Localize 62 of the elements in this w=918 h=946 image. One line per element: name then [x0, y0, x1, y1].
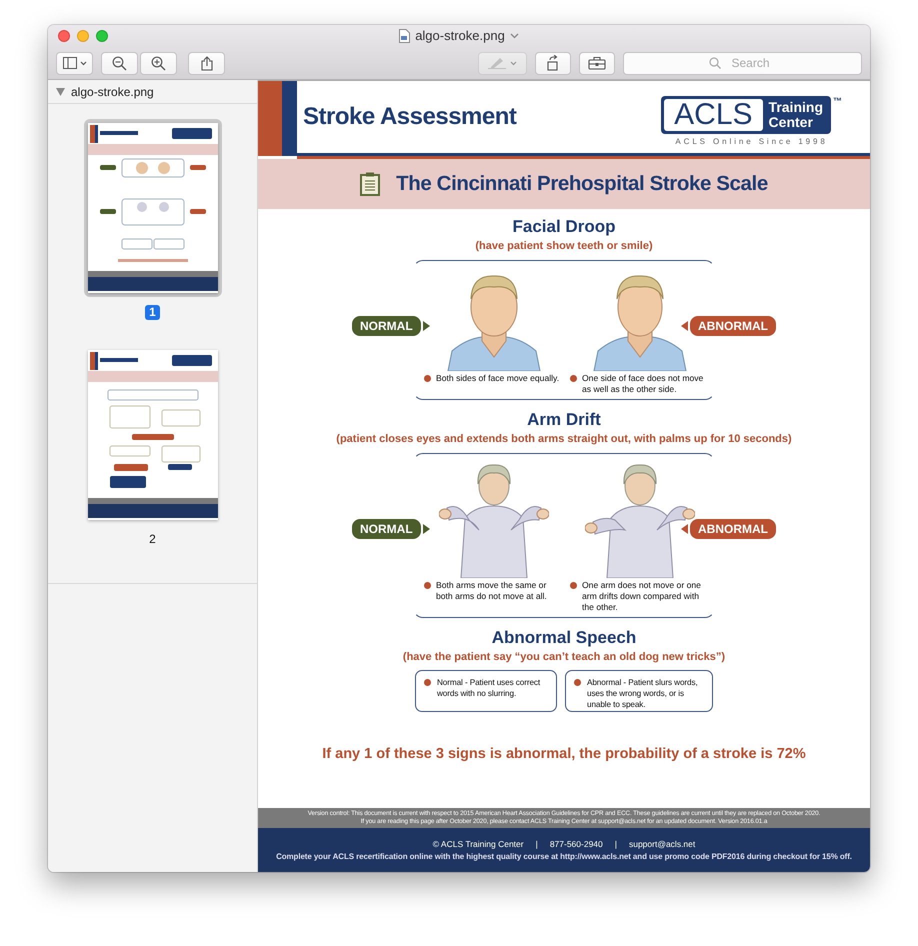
document-icon — [399, 28, 410, 42]
speech-note: Abnormal - Patient slurs words, uses the wrong words, or is unable to speak. — [586, 677, 699, 710]
bullet-icon — [570, 375, 577, 382]
section-title: Facial Droop — [512, 217, 616, 237]
logo-tagline: ACLS Online Since 1998 — [675, 137, 828, 146]
clipboard-icon — [360, 172, 380, 196]
zoom-in-icon — [151, 56, 166, 70]
share-button[interactable] — [188, 52, 225, 74]
toolbox-icon — [588, 56, 606, 70]
promo-text: Complete your ACLS recertification online with the highest quality course at http://www.acls.net and use promo code PDF2016 during checkout for 15% off. — [276, 852, 852, 861]
page-number: 1 — [145, 305, 160, 320]
conclusion-text: If any 1 of these 3 signs is abnormal, the probability of a stroke is 72% — [322, 746, 806, 762]
zoom-out-icon — [112, 56, 127, 70]
file-name: algo-stroke.png — [71, 84, 154, 98]
bullet-icon — [424, 582, 431, 589]
search-field[interactable]: Search — [623, 52, 862, 74]
bullet-icon — [424, 375, 431, 382]
logo-subtext: Center — [768, 115, 813, 130]
contact-text: support@acls.net — [628, 839, 696, 849]
rotate-button[interactable] — [535, 52, 571, 74]
banner-title: The Cincinnati Prehospital Stroke Scale — [396, 172, 768, 196]
logo-text: ACLS — [664, 99, 763, 131]
toolbox-button[interactable] — [579, 52, 615, 74]
caret-icon — [80, 60, 86, 66]
contact-text: © ACLS Training Center — [432, 839, 524, 849]
bullet-icon — [424, 679, 431, 686]
contact-text: | — [614, 839, 617, 849]
zoom-out-button[interactable] — [101, 52, 138, 74]
caret-icon — [510, 60, 517, 66]
trademark-sign: ™ — [833, 96, 842, 106]
share-icon — [200, 56, 212, 70]
pen-icon — [488, 57, 506, 69]
disclosure-triangle-icon[interactable] — [56, 88, 65, 96]
chevron-down-icon[interactable] — [510, 32, 519, 38]
zoom-in-button[interactable] — [140, 52, 177, 74]
observation-note: One arm does not move or one arm drifts down compared with the other. — [582, 580, 702, 613]
document-title: Stroke Assessment — [303, 103, 516, 131]
section-title: Abnormal Speech — [492, 628, 636, 648]
section-title: Arm Drift — [527, 410, 601, 430]
instruction-text: (have the patient say “you can’t teach an old dog new tricks”) — [402, 650, 726, 664]
arrow-icon — [680, 524, 688, 534]
instruction-text: (patient closes eyes and extends both arms straight out, with palms up for 10 seconds) — [336, 432, 792, 446]
instruction-text: (have patient show teeth or smile) — [475, 239, 653, 253]
speech-note: Normal - Patient uses correct words with no slurring. — [436, 677, 542, 699]
arrow-icon — [681, 321, 688, 331]
arrow-icon — [422, 524, 430, 534]
observation-note: Both arms move the same or both arms do not move at all. — [436, 580, 548, 602]
page-number: 2 — [148, 532, 157, 547]
search-icon — [709, 56, 721, 68]
observation-note: One side of face does not move as well as the other side. — [582, 373, 704, 395]
contact-text: | — [536, 839, 538, 849]
observation-note: Both sides of face move equally. — [436, 373, 560, 384]
arrow-icon — [422, 321, 430, 331]
close-button[interactable] — [58, 30, 70, 42]
window-title: algo-stroke.png — [415, 28, 505, 43]
bullet-icon — [570, 582, 577, 589]
bullet-icon — [574, 679, 581, 686]
abnormal-label: ABNORMAL — [690, 316, 776, 336]
contact-text: 877-560-2940 — [550, 839, 603, 849]
sidebar-toggle-button[interactable] — [56, 52, 93, 74]
sidebar-icon — [62, 57, 76, 69]
logo-subtext: Training — [768, 100, 823, 115]
